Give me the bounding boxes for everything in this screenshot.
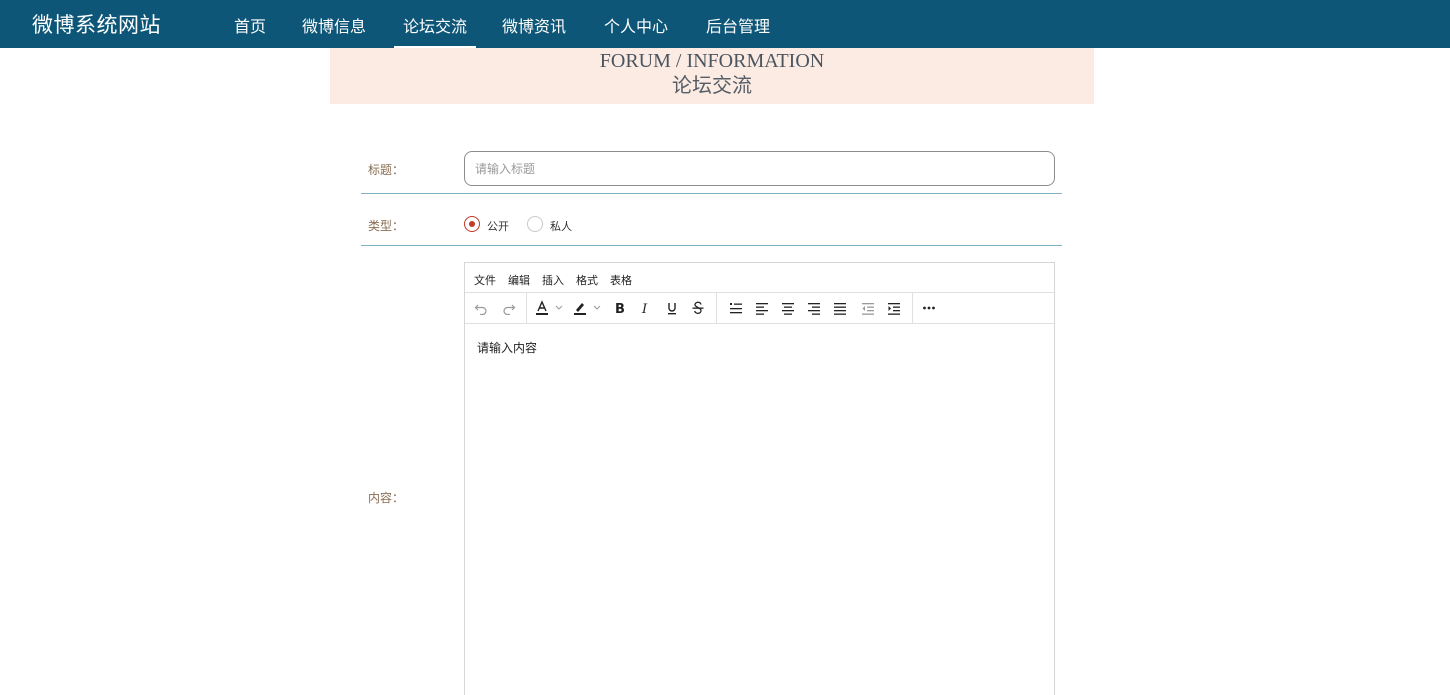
- nav-item-weibo-info[interactable]: 微博信息: [302, 13, 366, 37]
- menu-format[interactable]: 格式: [576, 272, 598, 288]
- redo-icon[interactable]: [499, 298, 519, 318]
- indent-icon[interactable]: [884, 298, 904, 318]
- menu-table[interactable]: 表格: [610, 272, 632, 288]
- site-brand[interactable]: 微博系统网站: [32, 9, 161, 39]
- text-color-icon[interactable]: [532, 298, 552, 318]
- toolbar-separator: [716, 293, 717, 323]
- align-left-icon[interactable]: [752, 298, 772, 318]
- menu-insert[interactable]: 插入: [542, 272, 564, 288]
- type-row-divider: [361, 245, 1062, 246]
- nav-item-admin[interactable]: 后台管理: [706, 13, 770, 37]
- chevron-down-icon[interactable]: [554, 298, 564, 318]
- content-label: 内容：: [368, 491, 405, 505]
- italic-icon[interactable]: I: [636, 298, 656, 318]
- more-options-icon[interactable]: [919, 298, 939, 318]
- editor-menubar: 文件 编辑 插入 格式 表格: [465, 263, 1054, 293]
- top-nav-bar: 微博系统网站 首页 微博信息 论坛交流 微博资讯 个人中心 后台管理: [0, 0, 1450, 48]
- align-right-icon[interactable]: [804, 298, 824, 318]
- rich-text-editor: 文件 编辑 插入 格式 表格 B I 请输入内容: [464, 262, 1055, 695]
- undo-icon[interactable]: [471, 298, 491, 318]
- toolbar-separator: [526, 293, 527, 323]
- toolbar-separator: [912, 293, 913, 323]
- align-justify-icon[interactable]: [830, 298, 850, 318]
- nav-item-home[interactable]: 首页: [234, 13, 266, 37]
- type-label: 类型：: [368, 219, 405, 233]
- title-input[interactable]: [464, 151, 1055, 186]
- editor-content-placeholder[interactable]: 请输入内容: [477, 339, 537, 356]
- outdent-icon[interactable]: [858, 298, 878, 318]
- bold-icon[interactable]: B: [610, 298, 630, 318]
- svg-text:I: I: [641, 302, 648, 315]
- radio-private-circle[interactable]: [527, 216, 543, 232]
- bullet-list-icon[interactable]: [726, 298, 746, 318]
- radio-public-circle[interactable]: [464, 216, 480, 232]
- nav-item-weibo-news[interactable]: 微博资讯: [502, 13, 566, 37]
- title-row-divider: [361, 193, 1062, 194]
- svg-text:B: B: [615, 302, 625, 315]
- nav-item-personal-center[interactable]: 个人中心: [604, 13, 668, 37]
- highlight-color-icon[interactable]: [570, 298, 590, 318]
- page-banner: FORUM / INFORMATION 论坛交流: [330, 48, 1094, 104]
- banner-title-en: FORUM / INFORMATION: [599, 50, 825, 72]
- radio-private-label[interactable]: 私人: [550, 218, 572, 234]
- menu-file[interactable]: 文件: [474, 272, 496, 288]
- banner-title-zh: 论坛交流: [672, 75, 752, 97]
- radio-public-label[interactable]: 公开: [487, 218, 509, 234]
- title-label: 标题：: [368, 163, 405, 177]
- strikethrough-icon[interactable]: [688, 298, 708, 318]
- nav-item-forum[interactable]: 论坛交流: [393, 13, 477, 48]
- align-center-icon[interactable]: [778, 298, 798, 318]
- editor-toolbar: B I: [465, 293, 1054, 324]
- chevron-down-icon[interactable]: [592, 298, 602, 318]
- underline-icon[interactable]: [662, 298, 682, 318]
- menu-edit[interactable]: 编辑: [508, 272, 530, 288]
